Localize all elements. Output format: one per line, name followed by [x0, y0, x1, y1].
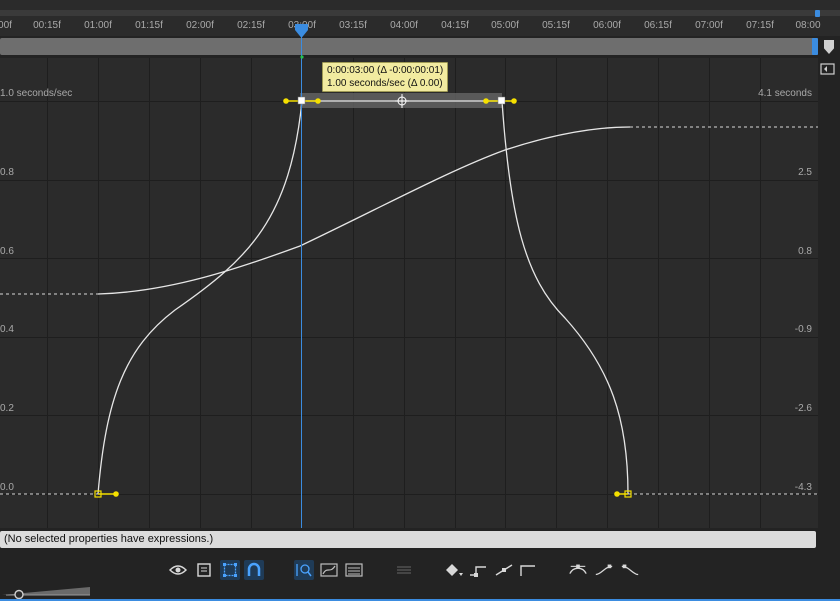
ruler-label: 04:00f [390, 20, 418, 31]
easy-ease-in-icon[interactable] [594, 560, 614, 580]
value-axis-label: 4.1 seconds [758, 88, 812, 99]
graph-snap-icon[interactable] [820, 62, 836, 76]
value-axis-label: -2.6 [794, 403, 812, 414]
work-area-bar[interactable] [0, 38, 818, 55]
ruler-label: 05:15f [542, 20, 570, 31]
value-axis-label: 2.5 [798, 167, 812, 178]
fit-selection-icon[interactable] [294, 560, 314, 580]
graph-area[interactable]: 1.0 seconds/sec 0.8 0.6 0.4 0.2 0.0 4.1 … [0, 58, 818, 528]
easy-ease-icon[interactable] [568, 560, 588, 580]
ruler-label: 06:00f [593, 20, 621, 31]
keyframe-interpolation-icon[interactable] [444, 560, 464, 580]
eye-icon[interactable] [168, 560, 188, 580]
keyframe-tooltip: 0:00:03:00 (Δ -0:00:00:01) 1.00 seconds/… [322, 62, 449, 92]
ruler-label: 00f [0, 20, 12, 31]
vertical-grid [47, 58, 761, 528]
separate-dimensions-icon[interactable] [394, 560, 414, 580]
speed-graph-curve[interactable] [97, 100, 629, 495]
curve-extensions [0, 126, 818, 495]
graph-editor-toolbar [0, 551, 840, 601]
speed-axis-label: 1.0 seconds/sec [0, 88, 73, 99]
speed-axis-label: 0.2 [0, 403, 14, 414]
ruler-label: 07:15f [746, 20, 774, 31]
graph-options-icon[interactable] [194, 560, 214, 580]
value-graph-curve[interactable] [97, 126, 631, 295]
ruler-label: 01:00f [84, 20, 112, 31]
speed-axis-label: 0.0 [0, 482, 14, 493]
value-axis-label: -0.9 [794, 324, 812, 335]
ruler-label: 02:00f [186, 20, 214, 31]
ruler-label: 04:15f [441, 20, 469, 31]
timeline-navigator[interactable] [0, 10, 840, 16]
edit-speed-graph-icon[interactable] [344, 560, 364, 580]
horizontal-grid [0, 101, 818, 495]
work-area-end-marker[interactable] [812, 38, 818, 55]
keyframe-handles[interactable] [94, 96, 632, 498]
roving-keyframe-icon[interactable] [518, 560, 538, 580]
value-axis-label: -4.3 [794, 482, 812, 493]
tooltip-speed: 1.00 seconds/sec (Δ 0.00) [327, 78, 443, 89]
hold-keyframe-icon[interactable] [468, 560, 488, 580]
value-axis-label: 0.8 [798, 246, 812, 257]
easy-ease-out-icon[interactable] [620, 560, 640, 580]
fit-all-icon[interactable] [319, 560, 339, 580]
speed-axis-label: 0.4 [0, 324, 14, 335]
ruler-label: 06:15f [644, 20, 672, 31]
graph-editor-panel: 00f 00:15f 01:00f 01:15f 02:00f 02:15f 0… [0, 0, 840, 601]
ruler-label: 00:15f [33, 20, 61, 31]
work-area-end-handle[interactable] [824, 40, 834, 54]
navigator-end-handle[interactable] [815, 10, 820, 17]
auto-bezier-icon[interactable] [494, 560, 514, 580]
speed-axis-label: 0.6 [0, 246, 14, 257]
playhead-marker[interactable] [293, 22, 310, 62]
time-ruler[interactable]: 00f 00:15f 01:00f 01:15f 02:00f 02:15f 0… [0, 0, 840, 36]
ruler-label: 08:00 [795, 20, 821, 31]
ruler-label: 07:00f [695, 20, 723, 31]
ruler-label: 05:00f [491, 20, 519, 31]
graph-canvas[interactable] [0, 58, 818, 528]
snap-icon[interactable] [244, 560, 264, 580]
ruler-label: 02:15f [237, 20, 265, 31]
expression-status-bar: (No selected properties have expressions… [0, 531, 816, 548]
speed-axis-label: 0.8 [0, 167, 14, 178]
tooltip-time: 0:00:03:00 (Δ -0:00:00:01) [327, 65, 444, 76]
transform-box-icon[interactable] [220, 560, 240, 580]
ruler-label: 01:15f [135, 20, 163, 31]
ruler-label: 03:15f [339, 20, 367, 31]
zoom-slider[interactable] [0, 585, 92, 599]
